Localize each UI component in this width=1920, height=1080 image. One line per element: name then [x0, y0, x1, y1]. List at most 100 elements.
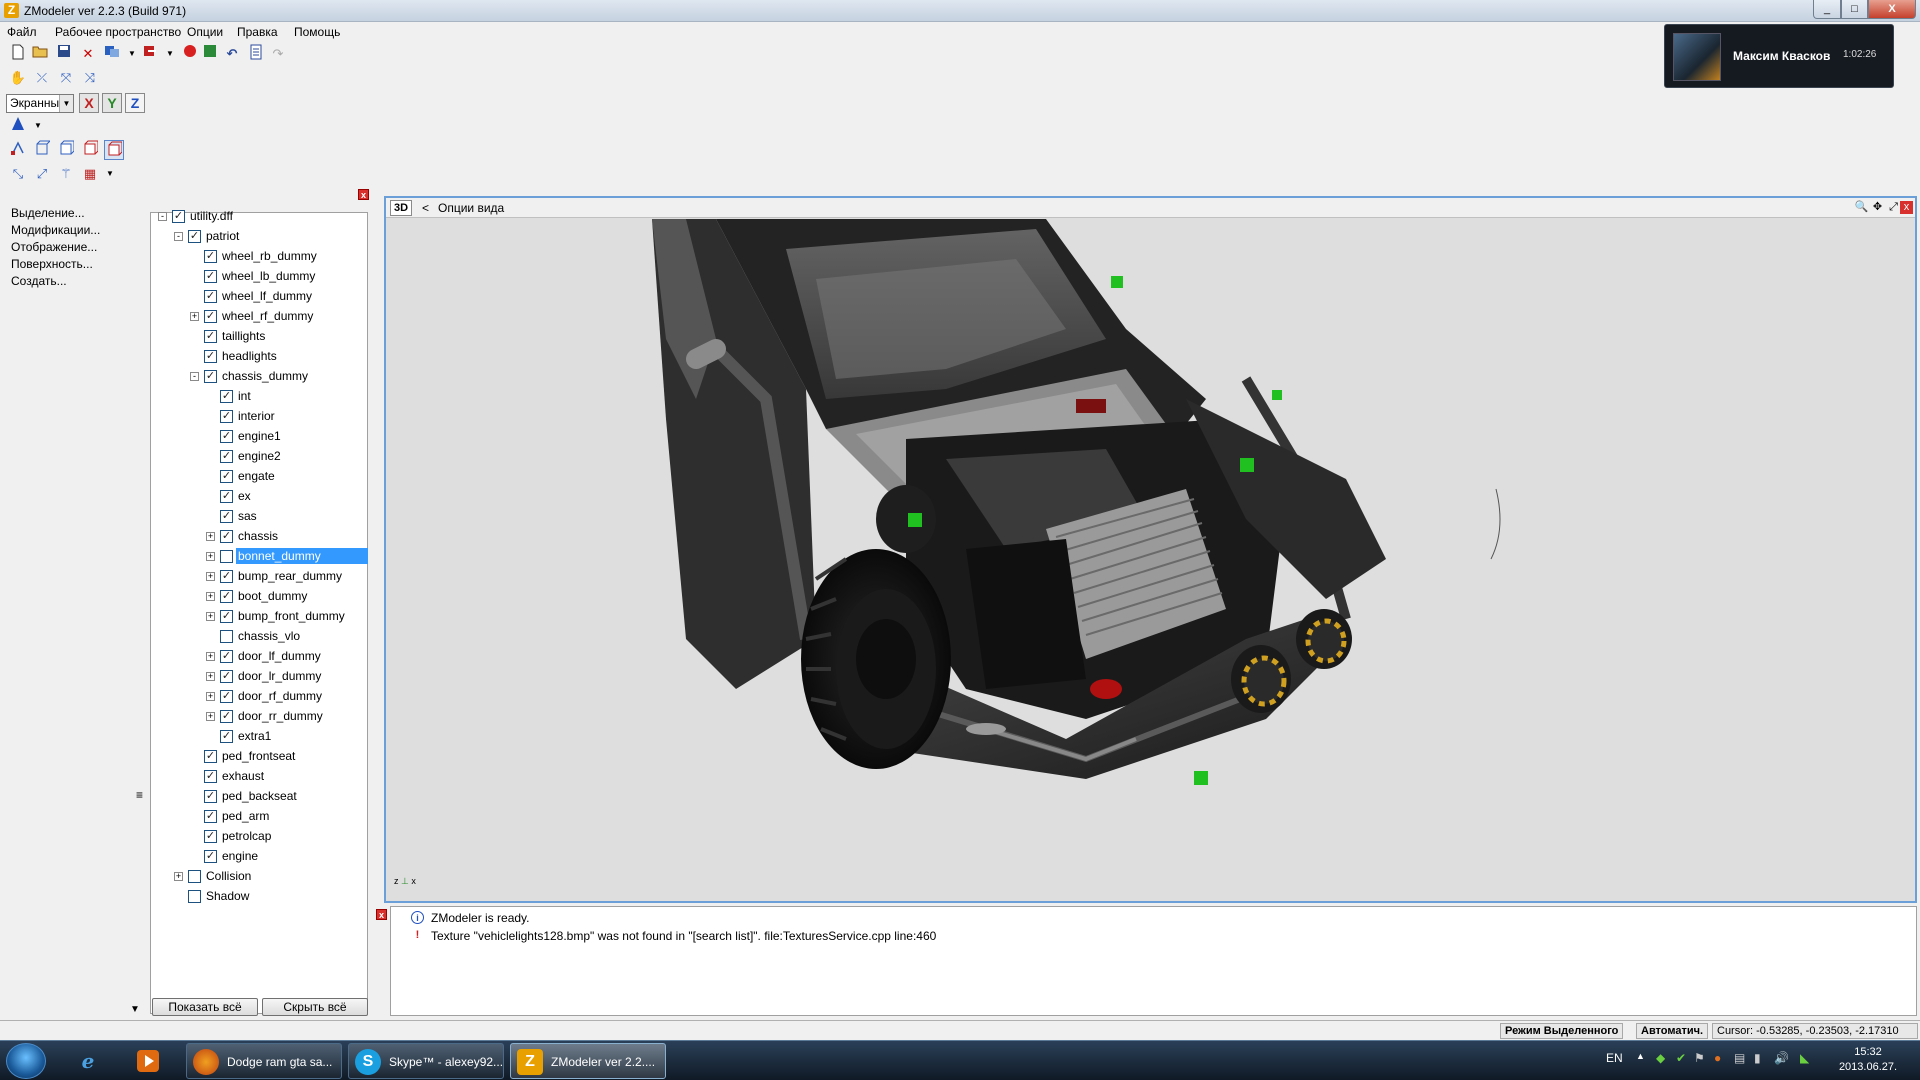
rotate-axis-icon[interactable]: ⤧ — [56, 68, 76, 88]
cone-primitive-icon[interactable] — [8, 116, 28, 136]
expand-icon[interactable]: + — [206, 652, 215, 661]
tree-node-label[interactable]: taillights — [220, 328, 267, 344]
visibility-checkbox[interactable] — [220, 630, 233, 643]
panel-splitter-grip[interactable]: ≡ — [136, 788, 143, 802]
bone-icon[interactable]: ⚚ — [56, 164, 76, 184]
task-skype[interactable]: S Skype™ - alexey92... — [348, 1043, 504, 1079]
tray-expand-icon[interactable]: ▲ — [1636, 1051, 1645, 1061]
ie-icon[interactable]: e — [66, 1044, 110, 1078]
visibility-checkbox[interactable]: ✓ — [204, 310, 217, 323]
visibility-checkbox[interactable]: ✓ — [204, 350, 217, 363]
tree-node-label[interactable]: petrolcap — [220, 828, 273, 844]
view-mode-select[interactable]: Экранны ▼ — [6, 94, 74, 113]
visibility-checkbox[interactable] — [220, 550, 233, 563]
scale-axis-icon[interactable]: ⤨ — [80, 68, 100, 88]
delete-icon[interactable]: ✕ — [78, 44, 98, 64]
notification-popup[interactable]: Максим Квасков 1:02:26 — [1664, 24, 1894, 88]
viewport-nav-icon[interactable]: < — [422, 201, 429, 215]
edge-mode-icon[interactable] — [32, 140, 52, 160]
task-zmodeler[interactable]: Z ZModeler ver 2.2.... — [510, 1043, 666, 1079]
collapse-icon[interactable]: - — [158, 212, 167, 221]
tree-node-label[interactable]: ped_frontseat — [220, 748, 297, 764]
tree-node-label[interactable]: door_lr_dummy — [236, 668, 323, 684]
menu-help[interactable]: Помощь — [294, 25, 340, 39]
object-mode-icon[interactable] — [80, 140, 100, 160]
tree-node-label[interactable]: ex — [236, 488, 253, 504]
visibility-checkbox[interactable]: ✓ — [220, 690, 233, 703]
start-button[interactable] — [6, 1043, 46, 1079]
expand-icon[interactable]: + — [206, 552, 215, 561]
tree-node-label[interactable]: exhaust — [220, 768, 266, 784]
dropdown-arrow-icon[interactable]: ▼ — [100, 164, 120, 184]
tree-node-label[interactable]: engate — [236, 468, 277, 484]
hide-all-button[interactable]: Скрыть всё — [262, 998, 368, 1016]
dropdown-arrow-icon[interactable]: ▼ — [160, 44, 180, 64]
visibility-checkbox[interactable]: ✓ — [220, 730, 233, 743]
import-icon[interactable] — [140, 44, 160, 64]
visibility-checkbox[interactable]: ✓ — [220, 570, 233, 583]
visibility-checkbox[interactable]: ✓ — [220, 410, 233, 423]
power-icon[interactable]: ▮ — [1754, 1051, 1761, 1065]
nvidia-icon[interactable]: ◣ — [1800, 1051, 1809, 1065]
expand-icon[interactable]: + — [206, 712, 215, 721]
tree-node-label[interactable]: engine — [220, 848, 260, 864]
tree-node-label[interactable]: bump_rear_dummy — [236, 568, 344, 584]
tree-node-label[interactable]: wheel_lf_dummy — [220, 288, 314, 304]
visibility-checkbox[interactable]: ✓ — [220, 470, 233, 483]
menu-options[interactable]: Опции — [187, 25, 223, 39]
log-panel-close-icon[interactable]: x — [376, 909, 387, 920]
visibility-checkbox[interactable]: ✓ — [204, 790, 217, 803]
visibility-checkbox[interactable]: ✓ — [204, 750, 217, 763]
merge-icon[interactable] — [102, 44, 122, 64]
tree-node-label[interactable]: wheel_rf_dummy — [220, 308, 315, 324]
visibility-checkbox[interactable]: ✓ — [220, 450, 233, 463]
cmd-create[interactable]: Создать... — [11, 274, 67, 288]
tree-node-label[interactable]: ped_backseat — [220, 788, 299, 804]
viewport-3d[interactable]: 3D < Опции вида 🔍 ✥ ⤢ x z ⊥ x — [384, 196, 1917, 903]
task-firefox[interactable]: Dodge ram gta sa... — [186, 1043, 342, 1079]
visibility-checkbox[interactable]: ✓ — [204, 810, 217, 823]
visibility-checkbox[interactable] — [188, 890, 201, 903]
redo-icon[interactable]: ↷ — [268, 44, 288, 64]
visibility-checkbox[interactable]: ✓ — [220, 530, 233, 543]
new-file-icon[interactable] — [8, 44, 28, 64]
pan-icon[interactable]: ✥ — [1870, 200, 1885, 215]
scroll-down-icon[interactable]: ▼ — [130, 1004, 140, 1015]
properties-icon[interactable] — [246, 44, 266, 64]
dropdown-arrow-icon[interactable]: ▼ — [122, 44, 142, 64]
expand-icon[interactable]: + — [206, 612, 215, 621]
move-axis-icon[interactable]: ⤫ — [32, 68, 52, 88]
visibility-checkbox[interactable]: ✓ — [172, 210, 185, 223]
cmd-selection[interactable]: Выделение... — [11, 206, 85, 220]
expand-icon[interactable]: + — [190, 312, 199, 321]
viewport-close-icon[interactable]: x — [1900, 201, 1913, 214]
tree-panel-close-icon[interactable]: x — [358, 189, 369, 200]
tree-node-label[interactable]: door_rr_dummy — [236, 708, 325, 724]
save-file-icon[interactable] — [54, 44, 74, 64]
visibility-checkbox[interactable]: ✓ — [204, 830, 217, 843]
expand-icon[interactable]: + — [174, 872, 183, 881]
tree-node-label[interactable]: chassis — [236, 528, 280, 544]
menu-workspace[interactable]: Рабочее пространство — [55, 25, 181, 39]
action-center-flag-icon[interactable]: ⚑ — [1694, 1051, 1705, 1065]
visibility-checkbox[interactable]: ✓ — [204, 330, 217, 343]
dropdown-arrow-icon[interactable]: ▼ — [28, 116, 48, 136]
axis-y-toggle[interactable]: Y — [102, 93, 122, 113]
visibility-checkbox[interactable]: ✓ — [204, 250, 217, 263]
undo-icon[interactable]: ↶ — [222, 44, 242, 64]
tree-node-label[interactable]: Collision — [204, 868, 253, 884]
visibility-checkbox[interactable]: ✓ — [220, 590, 233, 603]
collapse-icon[interactable]: - — [190, 372, 199, 381]
select-edge-icon[interactable]: ⤢ — [32, 164, 52, 184]
language-indicator[interactable]: EN — [1606, 1051, 1623, 1065]
tree-node-label[interactable]: door_lf_dummy — [236, 648, 323, 664]
tree-node-label[interactable]: boot_dummy — [236, 588, 309, 604]
select-vertex-icon[interactable]: ⤡ — [8, 164, 28, 184]
visibility-checkbox[interactable] — [188, 870, 201, 883]
visibility-checkbox[interactable]: ✓ — [220, 510, 233, 523]
collapse-icon[interactable]: - — [174, 232, 183, 241]
tree-node-label[interactable]: engine1 — [236, 428, 283, 444]
volume-icon[interactable]: 🔊 — [1774, 1051, 1789, 1065]
visibility-checkbox[interactable]: ✓ — [220, 390, 233, 403]
tree-node-label[interactable]: sas — [236, 508, 259, 524]
